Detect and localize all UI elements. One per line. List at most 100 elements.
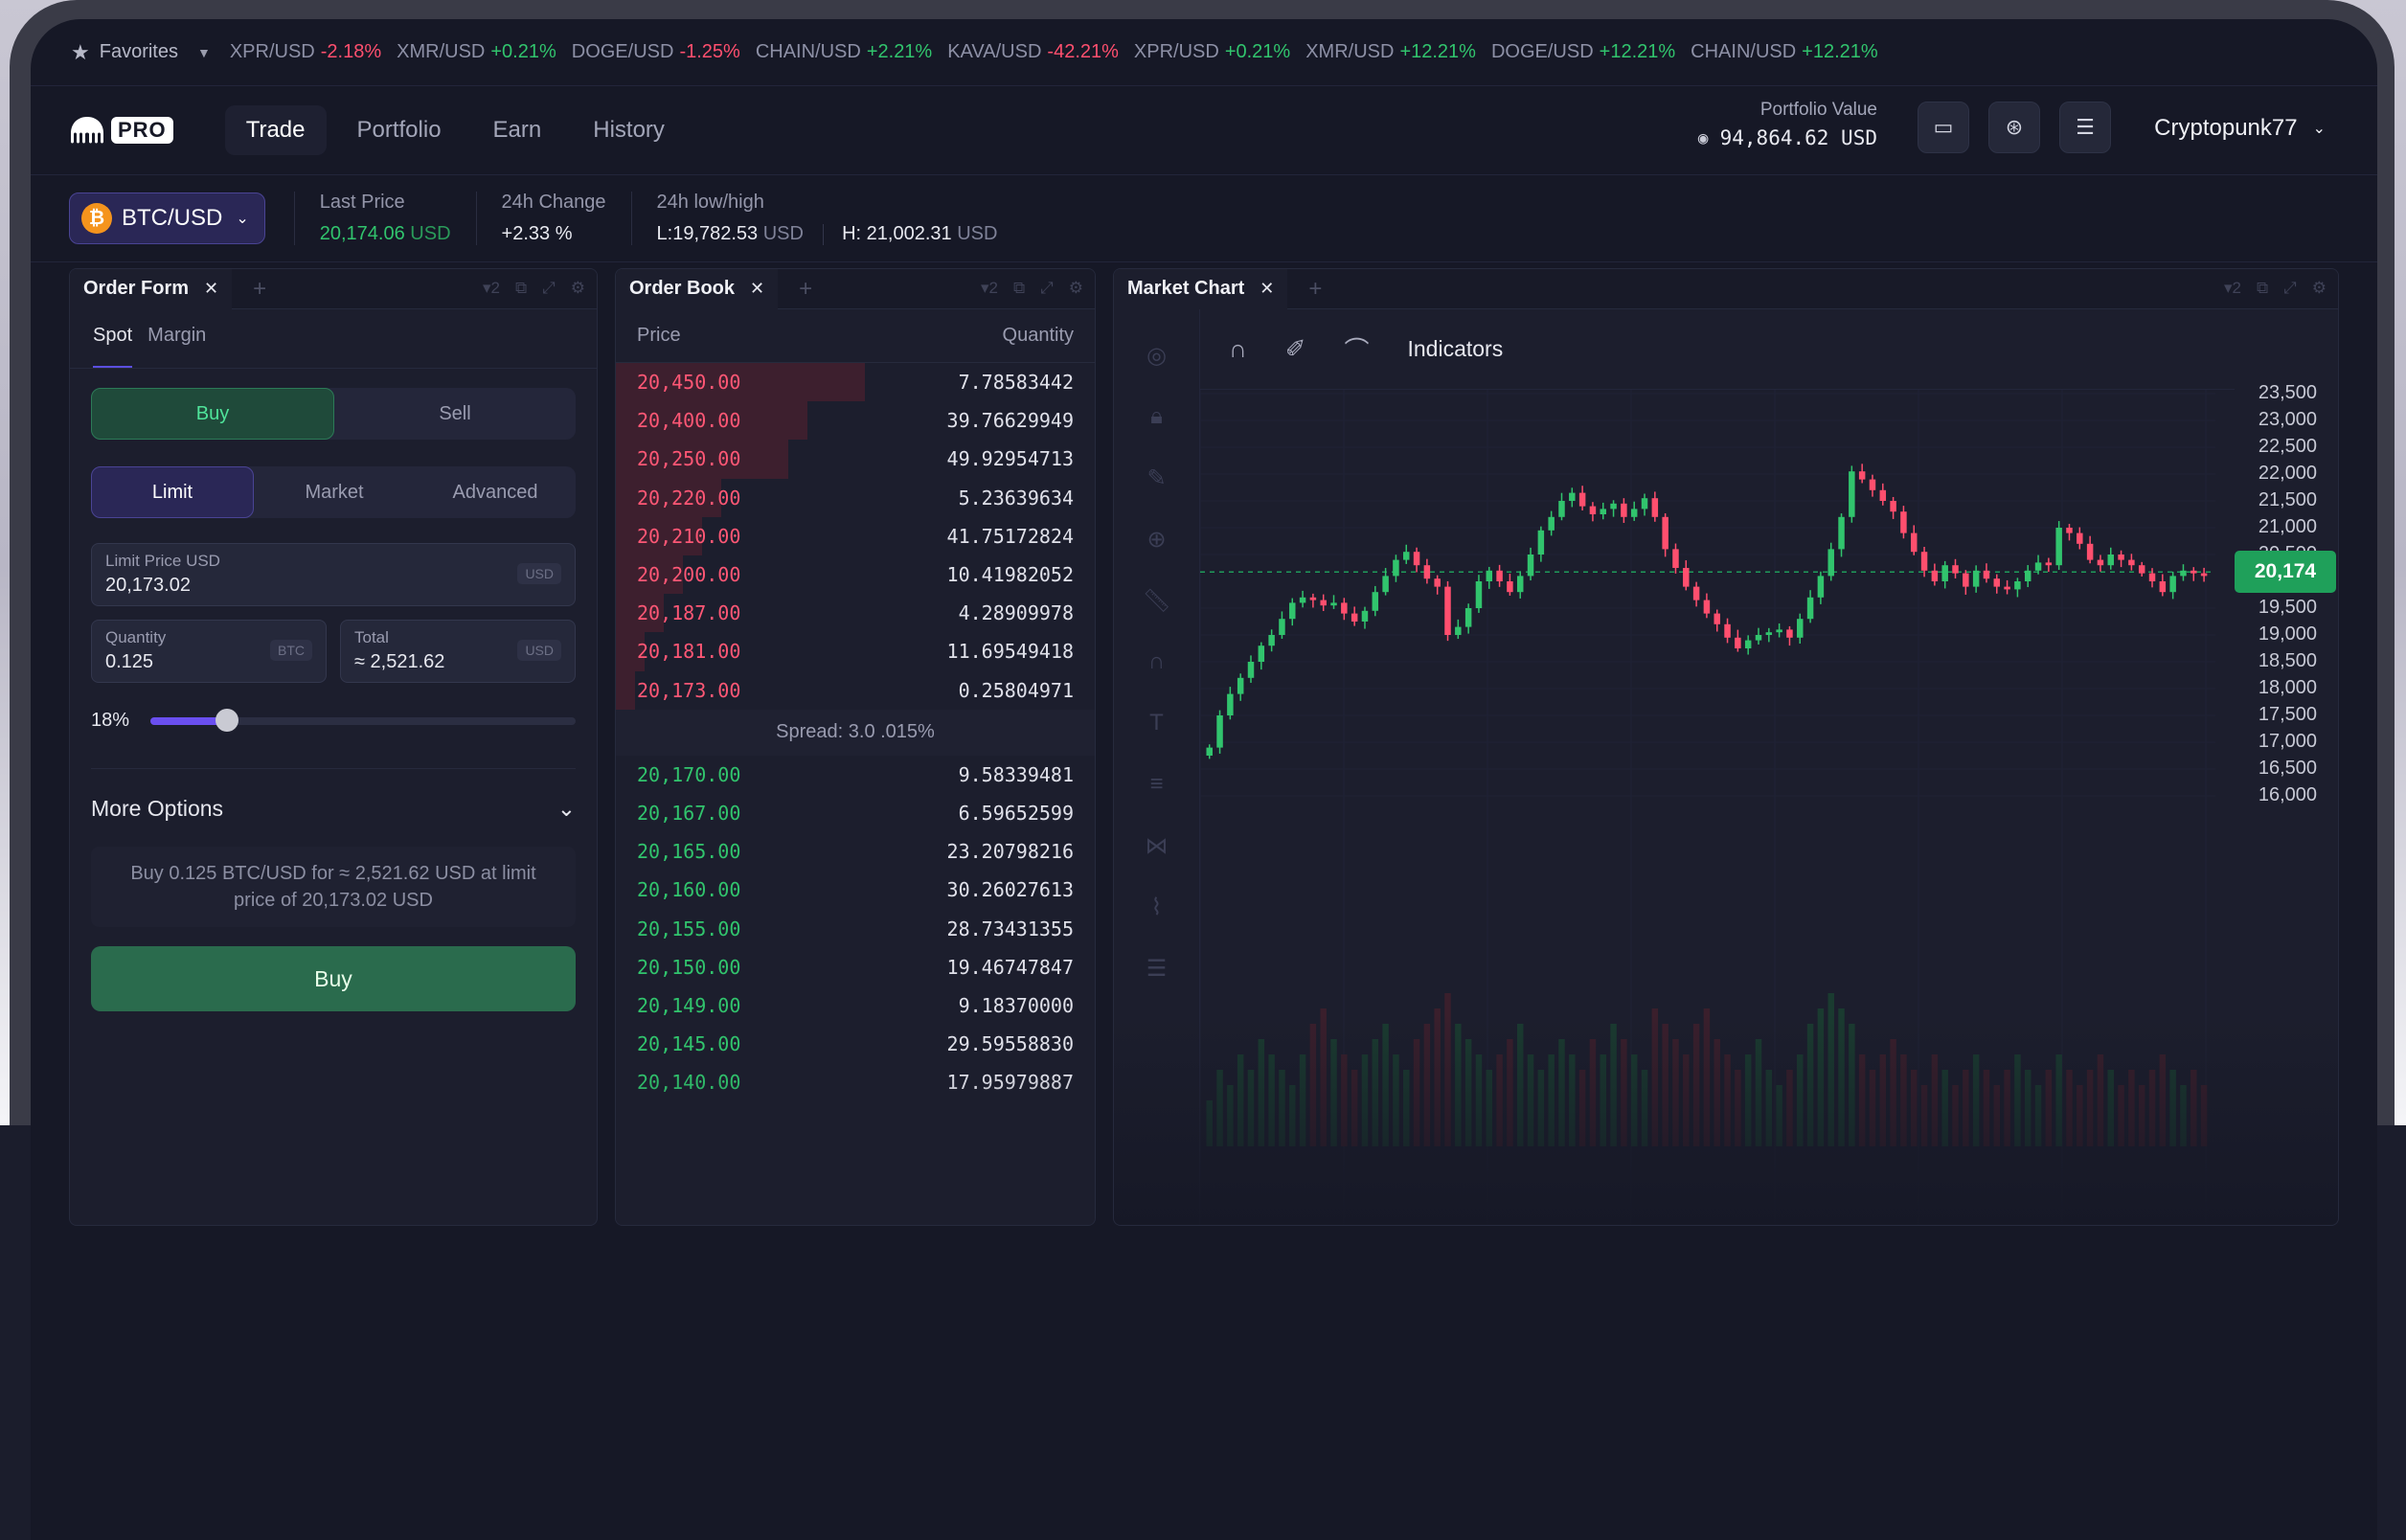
slider-thumb[interactable] — [215, 708, 238, 732]
ticker-item[interactable]: XPR/USD -2.18% — [230, 41, 381, 63]
expand-icon[interactable]: ⤢ — [2283, 279, 2297, 298]
magnet-icon[interactable]: ∩ — [1143, 648, 1171, 677]
amount-slider[interactable] — [150, 708, 576, 732]
close-icon[interactable]: ✕ — [204, 279, 218, 299]
candle-body — [1827, 549, 1834, 577]
sell-side-button[interactable]: Sell — [334, 388, 576, 440]
candle-body — [1237, 677, 1244, 694]
nav-tab-trade[interactable]: Trade — [224, 105, 327, 155]
lock-icon[interactable]: 🔒︎ — [1143, 403, 1171, 432]
pencil-icon[interactable]: ✎ — [1143, 464, 1171, 493]
quantity-field[interactable]: Quantity 0.125 BTC — [91, 620, 327, 683]
submit-buy-button[interactable]: Buy — [91, 946, 576, 1011]
candle-body — [1724, 623, 1731, 638]
close-icon[interactable]: ✕ — [1260, 279, 1274, 299]
ticker-item[interactable]: DOGE/USD -1.25% — [572, 41, 740, 63]
buy-side-button[interactable]: Buy — [91, 388, 334, 440]
magnet-icon[interactable]: ∩ — [1229, 334, 1247, 364]
popout-icon[interactable]: ⧉ — [1013, 279, 1025, 298]
add-tab-icon[interactable]: + — [799, 276, 812, 303]
pair-selector[interactable]: ₿ BTC/USD ⌄ — [69, 192, 265, 244]
ticker-item[interactable]: KAVA/USD -42.21% — [947, 41, 1119, 63]
ruler-icon[interactable]: ⌒ — [1344, 331, 1369, 367]
eye-icon[interactable]: ◎ — [1143, 342, 1171, 371]
ticker-item[interactable]: CHAIN/USD +12.21% — [1691, 41, 1878, 63]
ask-row[interactable]: 20,400.00 39.76629949 — [616, 401, 1095, 441]
bid-row[interactable]: 20,160.00 30.26027613 — [616, 871, 1095, 909]
ticker-item[interactable]: DOGE/USD +12.21% — [1491, 41, 1675, 63]
y-tick-label: 22,000 — [2258, 463, 2317, 484]
candle-body — [1786, 629, 1793, 638]
brush-icon[interactable]: ⌇ — [1143, 894, 1171, 922]
bid-row[interactable]: 20,149.00 9.18370000 — [616, 986, 1095, 1025]
brush-icon[interactable]: ✐ — [1285, 334, 1306, 364]
pattern-icon[interactable]: ⋈ — [1143, 832, 1171, 861]
app-logo[interactable]: PRO — [69, 115, 173, 146]
ask-row[interactable]: 20,187.00 4.28909978 — [616, 594, 1095, 633]
ticker-items: XPR/USD -2.18% XMR/USD +0.21% DOGE/USD -1.25%… — [230, 41, 1894, 63]
nav-tab-history[interactable]: History — [572, 105, 686, 155]
layout-icon[interactable]: ▾2 — [2224, 279, 2241, 298]
nav-tab-earn[interactable]: Earn — [472, 105, 563, 155]
bid-row[interactable]: 20,165.00 23.20798216 — [616, 832, 1095, 871]
text-icon[interactable]: T — [1143, 710, 1171, 738]
ask-row[interactable]: 20,181.00 11.69549418 — [616, 632, 1095, 671]
chevron-down-icon: ⌄ — [2312, 121, 2326, 137]
y-tick-label: 16,000 — [2258, 784, 2317, 805]
gear-icon[interactable]: ⚙ — [571, 279, 585, 298]
bid-row[interactable]: 20,170.00 9.58339481 — [616, 756, 1095, 794]
limit-type-button[interactable]: Limit — [91, 466, 254, 518]
close-icon[interactable]: ✕ — [750, 279, 764, 299]
ticker-item[interactable]: XMR/USD +12.21% — [1305, 41, 1476, 63]
market-type-button[interactable]: Market — [254, 466, 415, 518]
tab-spot[interactable]: Spot — [93, 325, 133, 368]
ask-row[interactable]: 20,450.00 7.78583442 — [616, 363, 1095, 402]
add-tab-icon[interactable]: + — [253, 276, 266, 303]
ticker-item[interactable]: XPR/USD +0.21% — [1134, 41, 1290, 63]
ask-quantity: 49.92954713 — [946, 447, 1074, 471]
more-options-toggle[interactable]: More Options ⌄ — [91, 768, 576, 822]
bid-row[interactable]: 20,167.00 6.59652599 — [616, 794, 1095, 832]
ask-row[interactable]: 20,200.00 10.41982052 — [616, 555, 1095, 595]
bid-row[interactable]: 20,150.00 19.46747847 — [616, 948, 1095, 986]
ask-row[interactable]: 20,220.00 5.23639634 — [616, 478, 1095, 517]
total-field[interactable]: Total ≈ 2,521.62 USD — [340, 620, 576, 683]
tab-order-form[interactable]: Order Form ✕ — [70, 269, 233, 309]
lines-icon[interactable]: ☰ — [1143, 955, 1171, 984]
add-tab-icon[interactable]: + — [1308, 276, 1322, 303]
ticker-item[interactable]: CHAIN/USD +2.21% — [756, 41, 932, 63]
ask-row[interactable]: 20,210.00 41.75172824 — [616, 516, 1095, 555]
favorites-dropdown[interactable]: ★ Favorites ▼ — [71, 40, 211, 65]
ask-row[interactable]: 20,250.00 49.92954713 — [616, 440, 1095, 479]
tab-market-chart[interactable]: Market Chart ✕ — [1114, 269, 1288, 309]
popout-icon[interactable]: ⧉ — [515, 279, 527, 298]
user-menu[interactable]: Cryptopunk77 ⌄ — [2154, 115, 2326, 142]
fib-icon[interactable]: ≡ — [1143, 771, 1171, 800]
settings-button[interactable]: ☰ — [2059, 102, 2111, 153]
limit-price-field[interactable]: Limit Price USD 20,173.02 USD — [91, 543, 576, 606]
gear-icon[interactable]: ⚙ — [1069, 279, 1083, 298]
advanced-type-button[interactable]: Advanced — [415, 466, 576, 518]
ticker-item[interactable]: XMR/USD +0.21% — [397, 41, 556, 63]
ask-row[interactable]: 20,173.00 0.25804971 — [616, 670, 1095, 710]
market-chart-title: Market Chart — [1127, 278, 1245, 299]
bid-row[interactable]: 20,145.00 29.59558830 — [616, 1025, 1095, 1063]
bid-row[interactable]: 20,155.00 28.73431355 — [616, 909, 1095, 947]
nav-tab-portfolio[interactable]: Portfolio — [336, 105, 463, 155]
layout-icon[interactable]: ▾2 — [483, 279, 500, 298]
expand-icon[interactable]: ⤢ — [1040, 279, 1054, 298]
wallet-button[interactable]: ▭ — [1918, 102, 1969, 153]
layout-icon[interactable]: ▾2 — [981, 279, 998, 298]
tab-margin[interactable]: Margin — [148, 325, 206, 368]
y-tick-label: 21,000 — [2258, 516, 2317, 537]
indicators-button[interactable]: Indicators — [1408, 336, 1504, 362]
limit-price-label: Limit Price USD — [105, 552, 220, 570]
support-button[interactable]: ⊛ — [1988, 102, 2040, 153]
eye-icon[interactable]: ◉ — [1698, 128, 1709, 148]
gear-icon[interactable]: ⚙ — [2312, 279, 2327, 298]
zoom-icon[interactable]: ⊕ — [1143, 526, 1171, 555]
ruler-icon[interactable]: 📏︎ — [1143, 587, 1171, 616]
tab-order-book[interactable]: Order Book ✕ — [616, 269, 779, 309]
popout-icon[interactable]: ⧉ — [2257, 279, 2268, 298]
expand-icon[interactable]: ⤢ — [542, 279, 556, 298]
